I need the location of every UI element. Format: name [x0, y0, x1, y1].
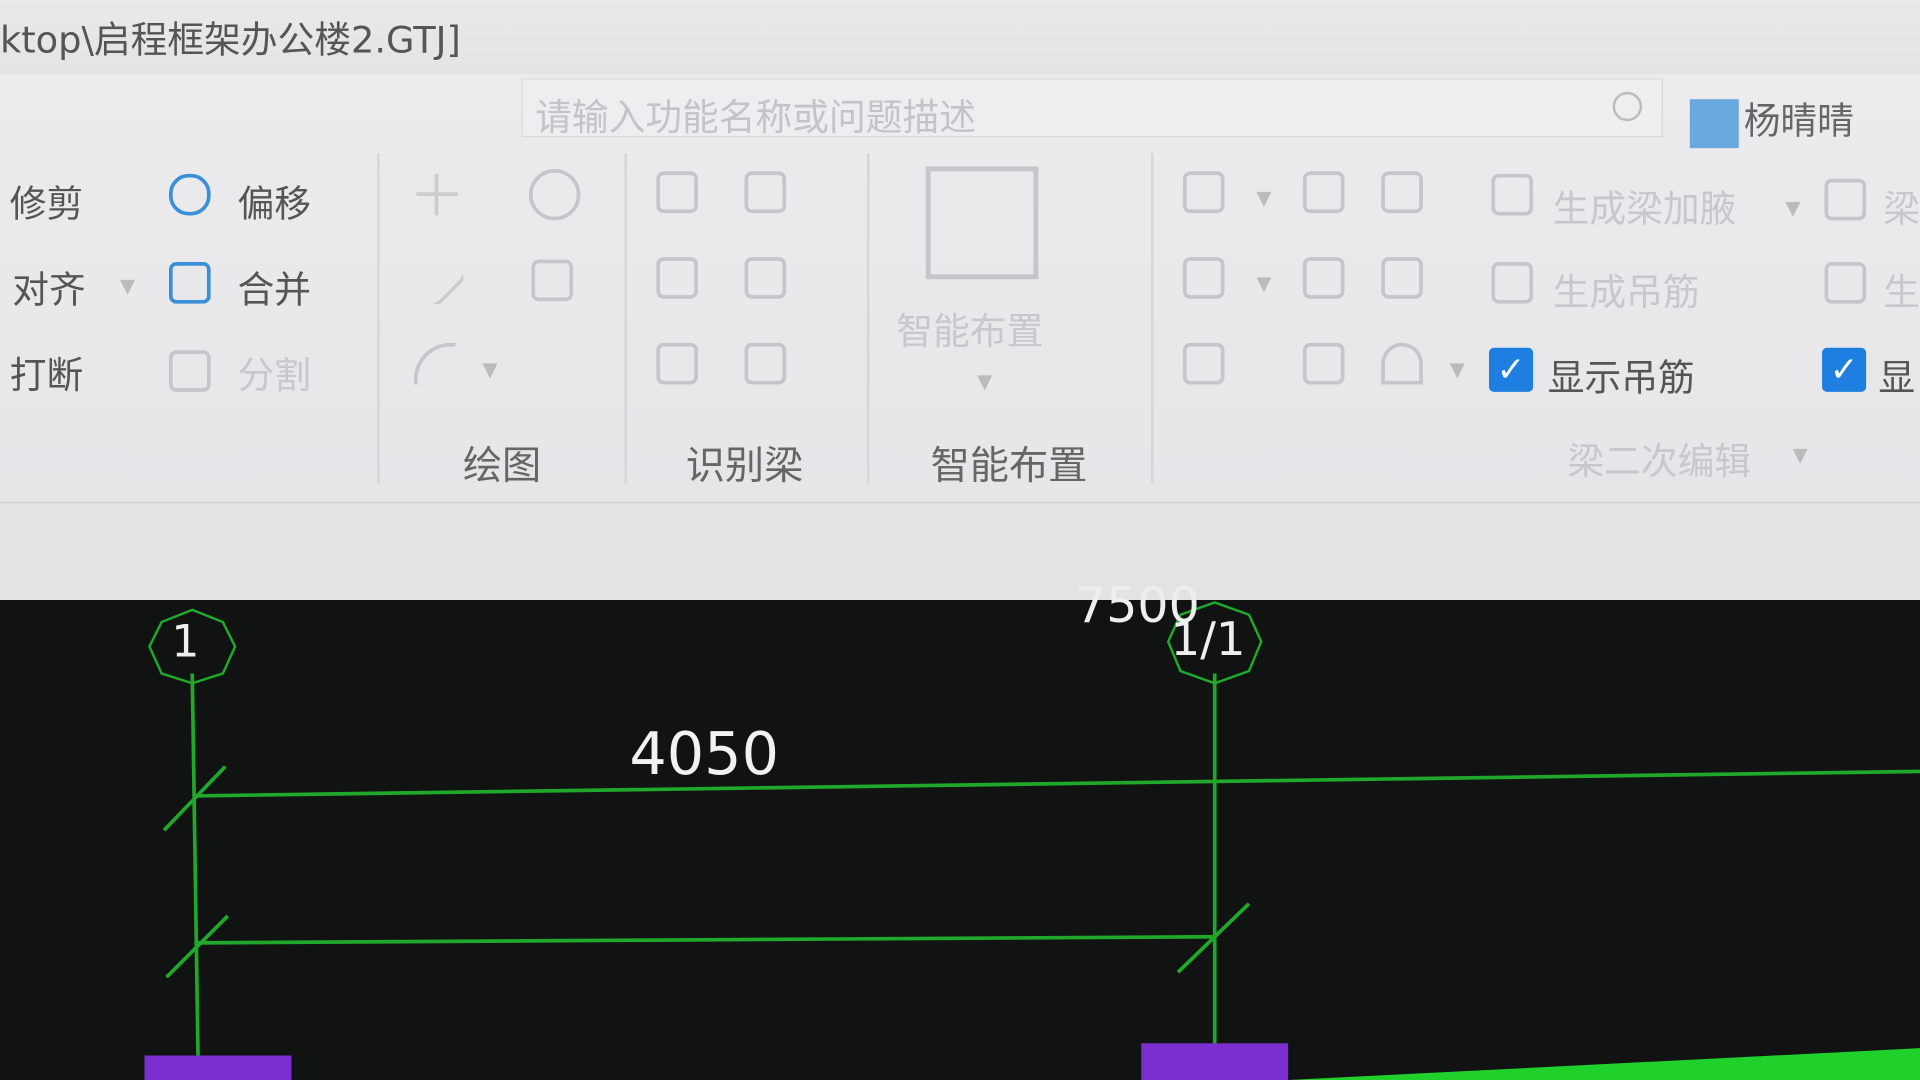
show-checkbox[interactable]: ✓	[1822, 347, 1867, 392]
offset-button[interactable]: 偏移	[238, 174, 311, 228]
axis-line-1	[190, 673, 201, 1080]
gen-hanger-button[interactable]: 生成吊筋	[1553, 262, 1700, 316]
partial-button-2[interactable]: 生	[1883, 262, 1920, 316]
smart-layout-button[interactable]: 智能布置 ▼	[894, 159, 1078, 394]
rebar-schedule-icon[interactable]	[1381, 257, 1423, 299]
merge-icon	[168, 262, 211, 304]
chevron-down-icon[interactable]: ▼	[1256, 186, 1271, 209]
user-name: 杨晴晴	[1743, 100, 1854, 144]
dimension-top: 7500	[1075, 577, 1200, 635]
chevron-down-icon[interactable]: ▼	[120, 274, 135, 297]
toolbar-strip	[0, 502, 1920, 602]
grid-layout-icon	[925, 166, 1039, 280]
group-label-beam-edit: 梁二次编辑	[1567, 440, 1752, 484]
gen-hanger-icon	[1491, 262, 1534, 304]
group-label-identify-beam: 识别梁	[685, 442, 804, 489]
group-label-smart-layout: 智能布置	[930, 442, 1088, 489]
gen-tool-icon[interactable]	[1824, 262, 1867, 304]
beam-support-icon[interactable]	[656, 342, 698, 385]
beam-span-data-icon[interactable]	[1182, 257, 1225, 299]
rectangle-icon[interactable]	[531, 259, 574, 302]
arc-beam-icon[interactable]	[1381, 342, 1423, 385]
dimension-line-span	[195, 934, 1215, 945]
split-button[interactable]: 分割	[238, 345, 311, 399]
beam-span-icon[interactable]	[744, 257, 787, 299]
user-account[interactable]: 杨晴晴	[1689, 91, 1854, 148]
split-icon	[168, 350, 211, 392]
window-title: ktop\启程框架办公楼2.GTJ]	[0, 19, 461, 63]
chevron-down-icon[interactable]: ▼	[482, 358, 497, 381]
offset-icon	[168, 173, 211, 216]
column	[144, 1055, 292, 1080]
chevron-down-icon[interactable]: ▼	[1256, 272, 1271, 295]
search-placeholder: 请输入功能名称或问题描述	[535, 96, 976, 140]
point-icon[interactable]	[416, 173, 458, 216]
beam-table-icon[interactable]	[744, 342, 787, 385]
check-beam-icon[interactable]	[656, 257, 698, 299]
hanger-icon[interactable]	[1302, 342, 1345, 385]
beam-tool-icon[interactable]	[1824, 178, 1867, 221]
smart-layout-label: 智能布置	[896, 311, 1044, 354]
identify-beam-icon[interactable]	[656, 171, 698, 214]
axis-label-1: 1	[171, 617, 200, 668]
trim-button[interactable]: 修剪	[10, 174, 83, 228]
beam-section-icon[interactable]	[1182, 342, 1225, 385]
chevron-down-icon[interactable]: ▼	[1450, 358, 1465, 381]
group-label-draw: 绘图	[462, 442, 542, 489]
avatar	[1689, 98, 1739, 148]
chevron-down-icon[interactable]: ▼	[1785, 196, 1800, 219]
view-rebar-icon[interactable]	[1302, 257, 1345, 299]
beam-fill	[1288, 1048, 1920, 1080]
chevron-down-icon[interactable]: ▼	[1793, 443, 1808, 466]
circle-icon[interactable]	[528, 168, 581, 221]
gen-haunch-button[interactable]: 生成梁加腋	[1553, 179, 1737, 233]
dimension-line-top	[193, 769, 1920, 798]
title-bar: ktop\启程框架办公楼2.GTJ]	[0, 0, 1920, 74]
chevron-down-icon: ▼	[977, 369, 993, 394]
apply-same-beam-icon[interactable]	[1302, 171, 1345, 214]
beam-original-mark-icon[interactable]	[1182, 171, 1225, 214]
grid-drawing	[144, 601, 1920, 1080]
show-hanger-checkbox[interactable]: ✓	[1488, 347, 1534, 392]
drawing-canvas[interactable]: 1 1/1 7500 4050	[0, 578, 1920, 1080]
search-input[interactable]: 请输入功能名称或问题描述	[521, 78, 1663, 140]
align-button[interactable]: 对齐	[12, 260, 85, 314]
anchor-icon[interactable]	[744, 171, 787, 214]
gen-haunch-icon	[1491, 173, 1534, 216]
beam-table-edit-icon[interactable]	[1381, 171, 1423, 214]
column	[1141, 1043, 1289, 1080]
search-icon[interactable]	[1612, 91, 1643, 122]
break-button[interactable]: 打断	[10, 345, 83, 399]
show-hanger-label: 显示吊筋	[1547, 357, 1695, 401]
merge-button[interactable]: 合并	[238, 260, 311, 314]
partial-label-3: 显	[1878, 357, 1916, 401]
app-window: ktop\启程框架办公楼2.GTJ] 请输入功能名称或问题描述 杨晴晴 修剪 偏…	[0, 0, 1920, 1080]
dimension-span: 4050	[629, 720, 779, 789]
partial-button-1[interactable]: 梁	[1883, 179, 1920, 233]
